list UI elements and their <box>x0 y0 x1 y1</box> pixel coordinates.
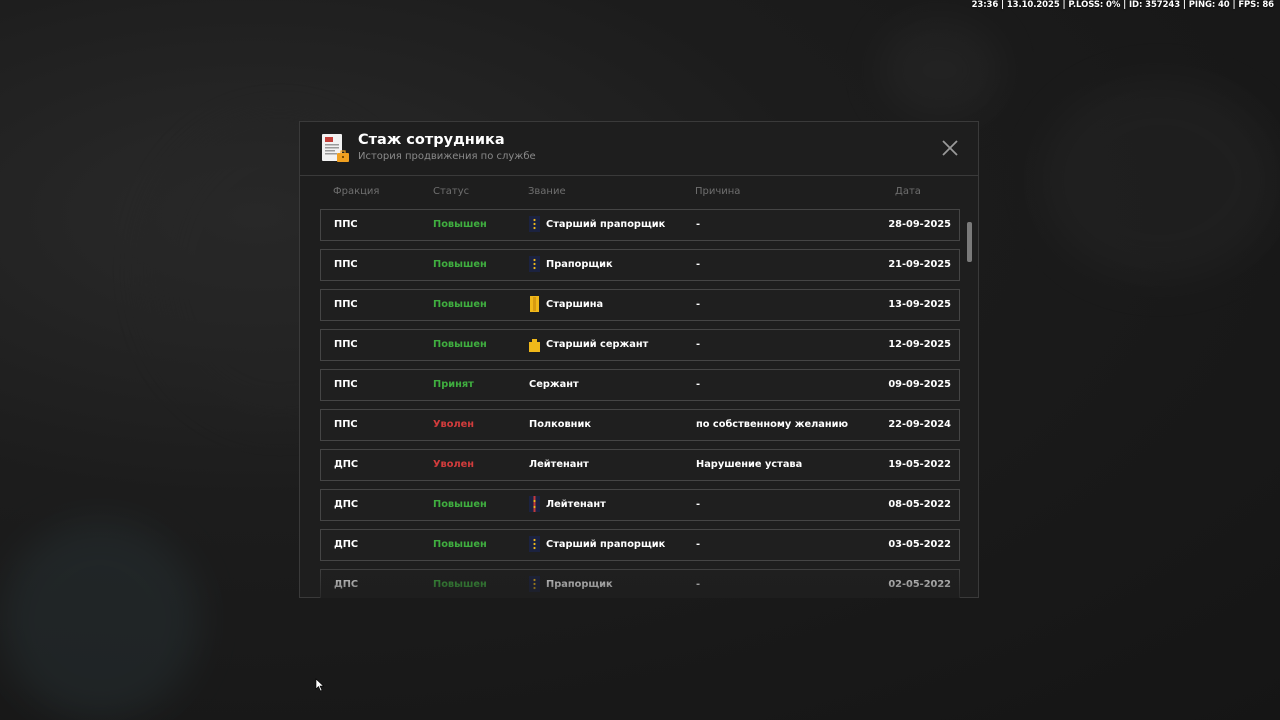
row-reason: - <box>696 299 701 310</box>
row-status: Повышен <box>433 499 487 510</box>
history-row[interactable]: ППС Повышен Старшина - 13-09-2025 <box>320 289 960 321</box>
row-date: 08-05-2022 <box>888 499 951 510</box>
row-rank-label: Старший прапорщик <box>546 219 666 230</box>
column-header-reason: Причина <box>695 186 741 197</box>
background-blur <box>880 20 1000 120</box>
row-faction: ДПС <box>334 579 359 590</box>
history-row[interactable]: ДПС Повышен Прапорщик - 02-05-2022 <box>320 569 960 598</box>
history-row[interactable]: ППС Повышен Старший прапорщик - 28-09-2025 <box>320 209 960 241</box>
insignia-stripe-dots-icon <box>529 576 540 592</box>
row-status: Повышен <box>433 579 487 590</box>
row-status: Повышен <box>433 219 487 230</box>
row-rank: Полковник <box>529 410 591 440</box>
row-faction: ДПС <box>334 459 359 470</box>
insignia-gold-bar-icon <box>530 296 539 312</box>
row-faction: ППС <box>334 219 358 230</box>
row-rank-label: Старший сержант <box>546 339 649 350</box>
row-date: 09-09-2025 <box>888 379 951 390</box>
row-reason: - <box>696 579 701 590</box>
row-faction: ППС <box>334 339 358 350</box>
dialog-subtitle: История продвижения по службе <box>358 151 536 162</box>
row-faction: ДПС <box>334 539 359 550</box>
history-list[interactable]: ППС Повышен Старший прапорщик -28-09-2025 ПП… <box>320 209 960 598</box>
game-background: 23:36 | 13.10.2025 | P.LOSS: 0% | ID: 35… <box>0 0 1280 720</box>
scrollbar-thumb[interactable] <box>967 222 972 262</box>
mouse-cursor-icon <box>315 678 325 692</box>
row-status: Принят <box>433 379 474 390</box>
row-faction: ППС <box>334 299 358 310</box>
row-rank: Старший прапорщик <box>529 210 665 240</box>
row-rank-label: Лейтенант <box>546 499 606 510</box>
row-date: 02-05-2022 <box>888 579 951 590</box>
scrollbar[interactable] <box>967 222 972 592</box>
row-reason: - <box>696 259 701 270</box>
row-reason: по собственному желанию <box>696 419 849 430</box>
column-header-rank: Звание <box>528 186 566 197</box>
column-header-date: Дата <box>895 186 921 197</box>
column-header-status: Статус <box>433 186 470 197</box>
row-status: Повышен <box>433 299 487 310</box>
document-icon <box>322 134 349 162</box>
column-header-faction: Фракция <box>333 186 380 197</box>
row-reason: - <box>696 379 701 390</box>
row-date: 22-09-2024 <box>888 419 951 430</box>
row-date: 03-05-2022 <box>888 539 951 550</box>
row-rank-label: Прапорщик <box>546 579 613 590</box>
row-reason: - <box>696 499 701 510</box>
row-status: Повышен <box>433 339 487 350</box>
row-rank-label: Полковник <box>529 419 591 430</box>
row-rank-label: Прапорщик <box>546 259 613 270</box>
background-blur <box>0 520 200 720</box>
dialog-title: Стаж сотрудника <box>358 132 505 148</box>
row-status: Уволен <box>433 459 475 470</box>
row-rank: Лейтенант <box>529 450 589 480</box>
row-rank: Старший сержант <box>529 330 648 360</box>
history-row[interactable]: ДПС Уволен Лейтенант Нарушение устава 19-05-… <box>320 449 960 481</box>
history-row[interactable]: ППС Уволен Полковник по собственному желани… <box>320 409 960 441</box>
row-status: Повышен <box>433 259 487 270</box>
row-reason: - <box>696 219 701 230</box>
insignia-stripe-dots-icon <box>529 216 540 232</box>
row-faction: ППС <box>334 379 358 390</box>
row-reason: - <box>696 339 701 350</box>
row-rank: Прапорщик <box>529 570 613 598</box>
row-reason: Нарушение устава <box>696 459 803 470</box>
insignia-stripe-dots-icon <box>529 256 540 272</box>
row-status: Уволен <box>433 419 475 430</box>
row-rank: Прапорщик <box>529 250 613 280</box>
row-rank-label: Старшина <box>546 299 604 310</box>
row-date: 13-09-2025 <box>888 299 951 310</box>
row-rank-label: Сержант <box>529 379 579 390</box>
row-rank-label: Старший прапорщик <box>546 539 666 550</box>
history-row[interactable]: ДПС Повышен Лейтенант - 08-05-2022 <box>320 489 960 521</box>
close-icon[interactable] <box>940 138 960 158</box>
row-status: Повышен <box>433 539 487 550</box>
row-rank: Лейтенант <box>529 490 606 520</box>
hud-status-line: 23:36 | 13.10.2025 | P.LOSS: 0% | ID: 35… <box>971 0 1275 10</box>
row-rank: Старшина <box>529 290 603 320</box>
row-reason: - <box>696 539 701 550</box>
row-faction: ППС <box>334 419 358 430</box>
history-row[interactable]: ДПС Повышен Старший прапорщик - 03-05-2022 <box>320 529 960 561</box>
row-rank: Сержант <box>529 370 579 400</box>
service-history-dialog: Стаж сотрудника История продвижения по с… <box>299 121 979 598</box>
row-date: 21-09-2025 <box>888 259 951 270</box>
row-rank: Старший прапорщик <box>529 530 665 560</box>
table-header: Фракция Статус Звание Причина Дата <box>300 186 978 200</box>
background-blur <box>1040 80 1280 280</box>
row-rank-label: Лейтенант <box>529 459 589 470</box>
dialog-header: Стаж сотрудника История продвижения по с… <box>300 122 978 176</box>
history-row[interactable]: ППС Повышен Старший сержант - 12-09-2025 <box>320 329 960 361</box>
row-faction: ДПС <box>334 499 359 510</box>
insignia-stripe-dots-icon <box>529 536 540 552</box>
insignia-red-stripe-icon <box>529 496 540 512</box>
row-date: 19-05-2022 <box>888 459 951 470</box>
row-date: 28-09-2025 <box>888 219 951 230</box>
history-row[interactable]: ППС Принят Сержант - 09-09-2025 <box>320 369 960 401</box>
history-row[interactable]: ППС Повышен Прапорщик - 21-09-2025 <box>320 249 960 281</box>
row-date: 12-09-2025 <box>888 339 951 350</box>
row-faction: ППС <box>334 259 358 270</box>
insignia-gold-chevron-icon <box>529 339 540 352</box>
